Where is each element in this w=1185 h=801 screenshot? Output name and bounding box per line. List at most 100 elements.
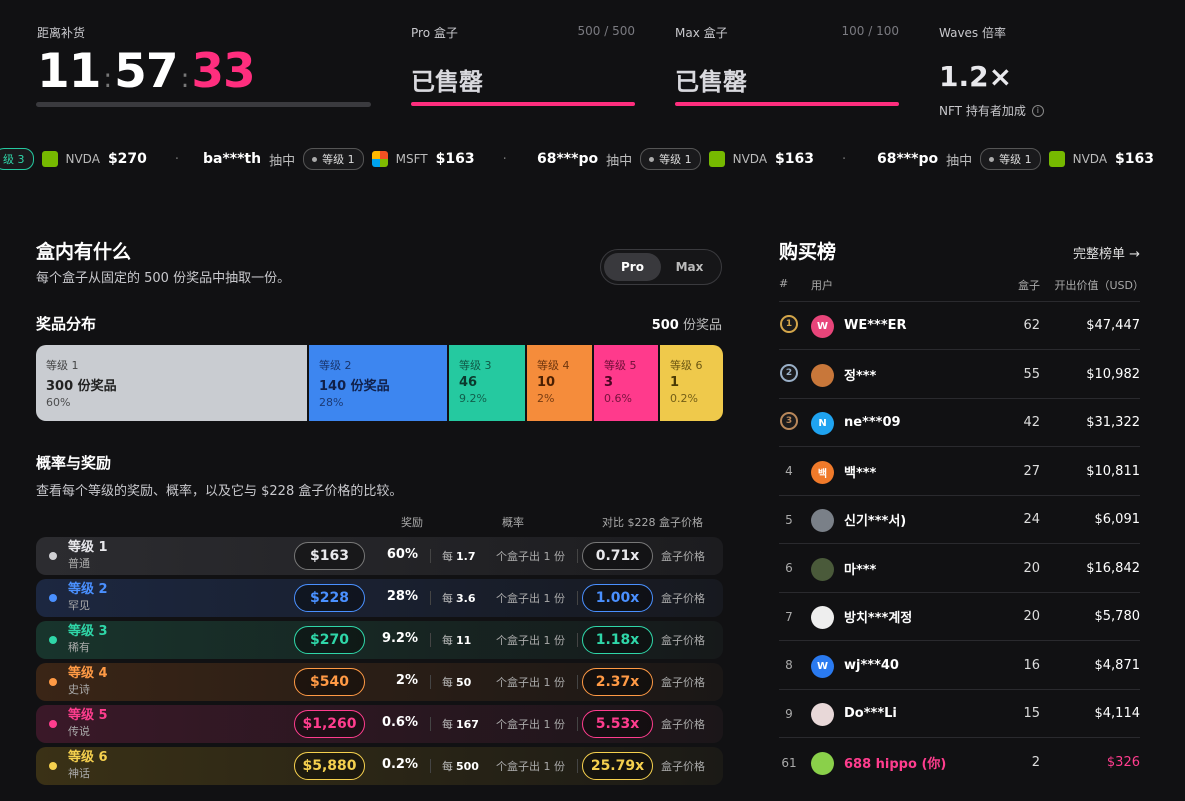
timer-seconds: 33 (191, 44, 255, 99)
ticker-verb: 抽中 (606, 153, 633, 169)
lb-col-rank: # (779, 277, 789, 290)
divider (577, 549, 578, 563)
divider (430, 633, 431, 647)
odds-row-tier-4: 等级 4 史诗 $540 2% 每 50 个盒子出 1 份 2.37x 盒子价格 (36, 663, 723, 701)
box-count: 27 (1023, 463, 1040, 479)
leaderboard-row[interactable]: 6 마*** 20 $16,842 (779, 545, 1140, 593)
info-icon[interactable]: i (1031, 104, 1044, 117)
ticker-user: ba***th (203, 151, 262, 167)
tier-rarity: 稀有 (68, 641, 90, 654)
leaderboard-row[interactable]: 4 백 백*** 27 $10,811 (779, 448, 1140, 496)
opened-value: $6,091 (1094, 512, 1141, 527)
reward-pill: $228 (294, 584, 365, 612)
avatar: W (811, 654, 834, 678)
lb-col-user: 用户 (811, 279, 833, 292)
odds-desc: 个盒子出 1 份 (496, 550, 565, 563)
tier-name: 等级 3 (68, 624, 108, 639)
odds-title: 概率与奖励 (36, 454, 112, 472)
restock-label: 距离补货 (37, 26, 86, 40)
username: WE***ER (844, 318, 907, 333)
tier-name: 等级 5 (68, 708, 108, 723)
dot-separator: · (174, 151, 180, 167)
probability: 28% (386, 589, 418, 604)
gold-medal-icon: 1 (780, 315, 798, 337)
nvda-logo-icon (41, 151, 58, 167)
stock-price: $163 (435, 151, 475, 167)
odds-per: 每 500 (442, 760, 479, 773)
toggle-max[interactable]: Max (661, 253, 718, 281)
leaderboard-row[interactable]: 1 W WE***ER 62 $47,447 (779, 302, 1140, 350)
multiplier-label: 盒子价格 (661, 592, 705, 605)
probability: 60% (386, 547, 418, 562)
ticker-user: 68***po (877, 151, 939, 167)
contents-title: 盒内有什么 (36, 241, 132, 263)
multiplier-label: 盒子价格 (661, 760, 705, 773)
leaderboard-row[interactable]: 61 688 hippo (你) 2 $326 (779, 739, 1140, 787)
toggle-pro[interactable]: Pro (604, 253, 661, 281)
divider (430, 759, 431, 773)
stock-price: $163 (1115, 151, 1155, 167)
divider (577, 591, 578, 605)
box-count: 62 (1023, 318, 1040, 333)
tier-name: 等级 4 (68, 666, 108, 681)
avatar: W (811, 315, 834, 338)
msft-logo-icon (371, 151, 388, 167)
opened-value: $47,447 (1086, 318, 1140, 333)
rank: 5 (785, 512, 793, 527)
rank: 61 (781, 755, 797, 770)
multiplier-label: 盒子价格 (661, 676, 705, 689)
tier-dot (49, 720, 57, 728)
leaderboard-title: 购买榜 (779, 241, 837, 263)
ticker-verb: 抽中 (269, 153, 296, 169)
multiplier-label: 盒子价格 (661, 550, 705, 563)
tier-rarity: 史诗 (68, 683, 90, 696)
tier-dot (49, 552, 57, 560)
odds-per: 每 11 (442, 634, 472, 647)
odds-row-tier-5: 等级 5 传说 $1,260 0.6% 每 167 个盒子出 1 份 5.53x 盒子价格 (36, 705, 723, 743)
full-leaderboard-link[interactable]: 完整榜单 → (1040, 243, 1140, 262)
reward-pill: $1,260 (294, 710, 365, 738)
multiplier-pill: 2.37x (582, 668, 653, 696)
leaderboard-row[interactable]: 8 Wwj***40 16 $4,871 (779, 642, 1140, 690)
leaderboard-row[interactable]: 7 방치***계정 20 $5,780 (779, 593, 1140, 641)
dot-separator: · (842, 151, 847, 167)
odds-per: 每 167 (442, 718, 479, 731)
probability: 2% (395, 673, 418, 688)
dot-separator: · (502, 151, 507, 167)
opened-value: $5,780 (1094, 609, 1141, 624)
segment-tier-4: 等级 4 10 2% (527, 345, 592, 421)
divider (577, 633, 578, 647)
leaderboard-row[interactable]: 3 Nne***09 42 $31,322 (779, 399, 1140, 447)
odds-row-tier-3: 等级 3 稀有 $270 9.2% 每 11 个盒子出 1 份 1.18x 盒子价格 (36, 621, 723, 659)
opened-value: $4,871 (1094, 657, 1141, 673)
avatar (811, 363, 834, 387)
opened-value: $326 (1106, 755, 1140, 770)
box-count: 42 (1023, 415, 1040, 430)
odds-row-tier-6: 等级 6 神话 $5,880 0.2% 每 500 个盒子出 1 份 25.79x 盒子价格 (36, 747, 723, 785)
nft-bonus: NFT 持有者加成 i (939, 102, 1044, 119)
timer-hours: 11 (37, 44, 101, 99)
rank: 7 (785, 609, 793, 624)
waves-label: Waves 倍率 (939, 26, 1007, 40)
wins-ticker: 级 3 NVDA $270 · ba***th 抽中 等级 1 MSFT $16… (0, 145, 1185, 173)
leaderboard-row[interactable]: 2 정*** 55 $10,982 (779, 351, 1140, 399)
tier-name: 等级 6 (68, 750, 108, 765)
divider (430, 591, 431, 605)
rank: 8 (785, 658, 793, 672)
opened-value: $10,982 (1086, 366, 1140, 382)
avatar (811, 509, 834, 532)
tier-name: 等级 1 (68, 540, 108, 555)
leaderboard-row[interactable]: 9 Do***Li 15 $4,114 (779, 690, 1140, 738)
stock-name: NVDA (732, 152, 768, 166)
distribution-title: 奖品分布 (36, 315, 97, 333)
segment-tier-6: 等级 6 1 0.2% (660, 345, 723, 421)
username: wj***40 (844, 657, 899, 673)
opened-value: $31,322 (1086, 415, 1140, 430)
divider (577, 717, 578, 731)
tier-dot (49, 762, 57, 770)
odds-per: 每 3.6 (442, 592, 476, 605)
avatar (811, 703, 834, 726)
divider (577, 759, 578, 773)
ticker-verb: 抽中 (946, 153, 973, 169)
leaderboard-row[interactable]: 5 신기***서) 24 $6,091 (779, 496, 1140, 544)
